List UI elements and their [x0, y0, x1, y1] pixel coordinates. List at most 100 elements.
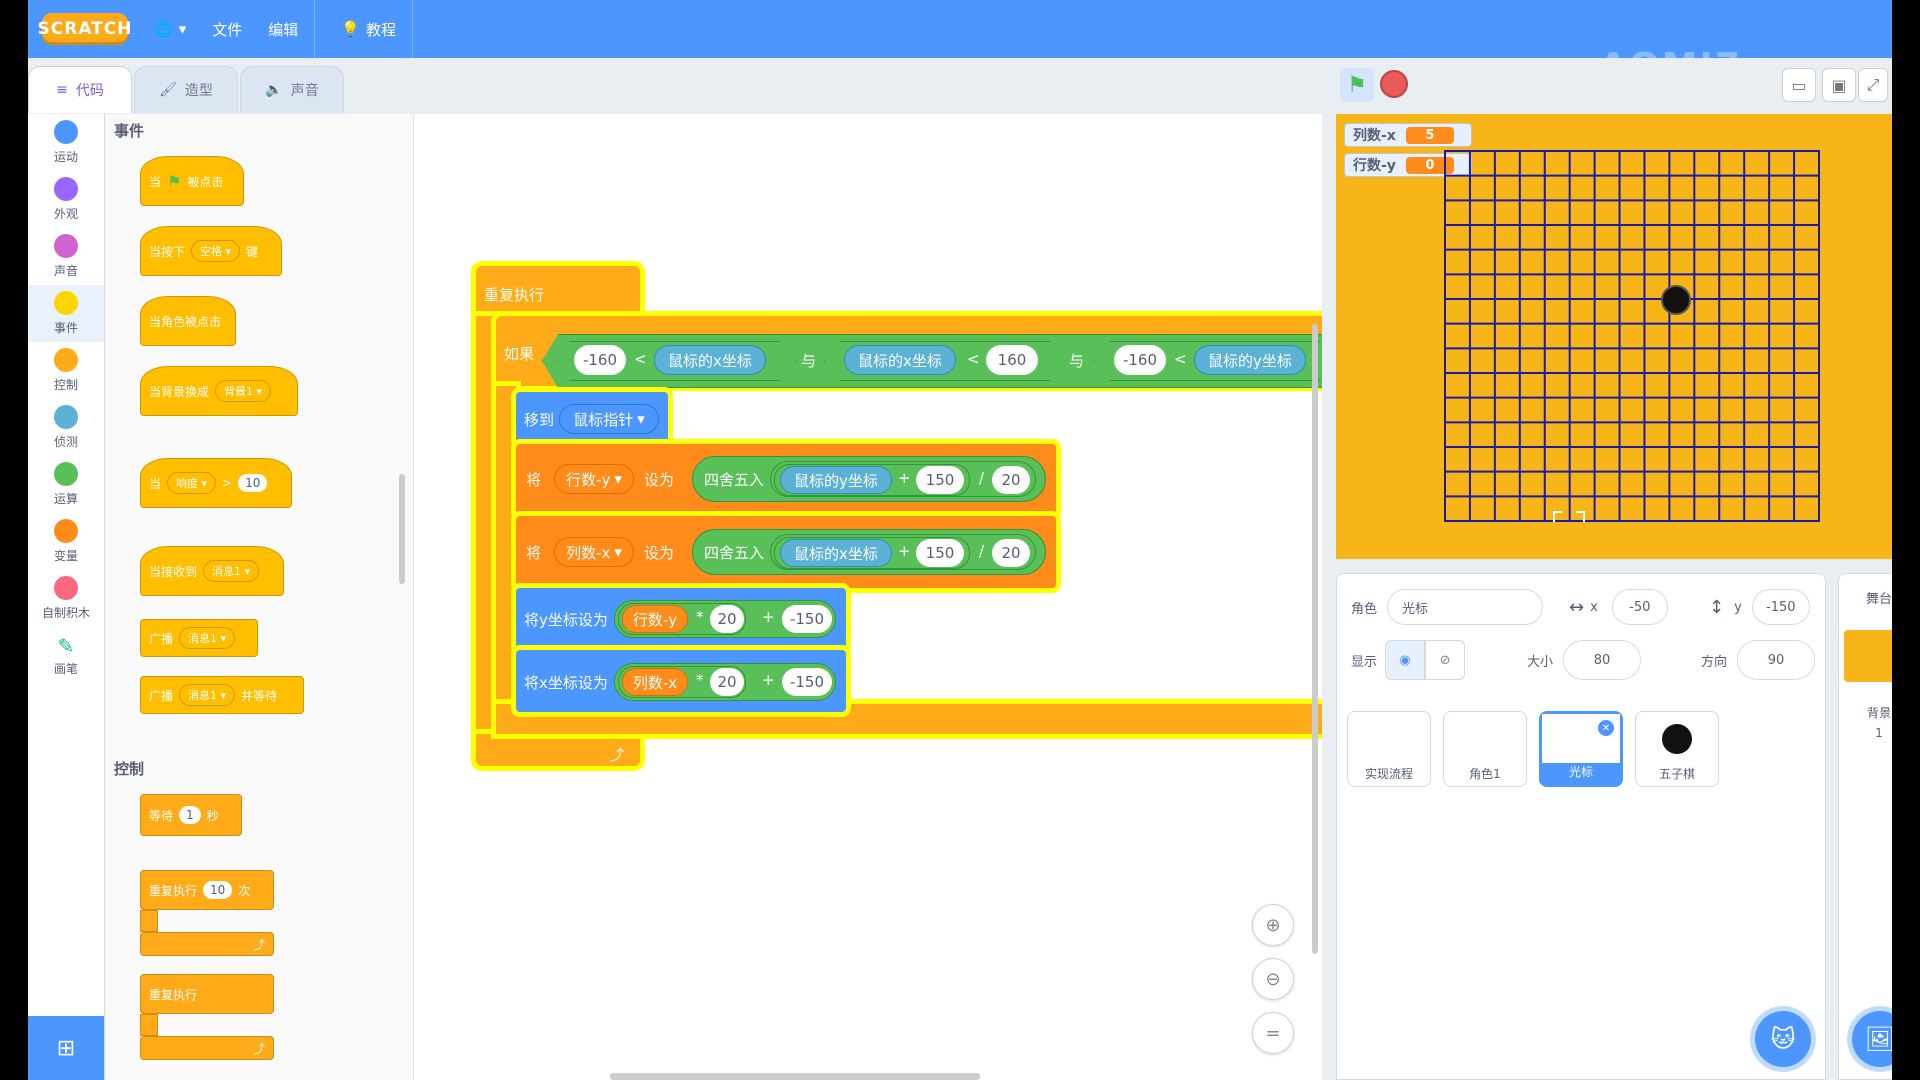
- origin-input[interactable]: -150: [782, 605, 832, 633]
- mouse-x-reporter[interactable]: 鼠标的x坐标: [780, 539, 892, 567]
- mouse-y-reporter[interactable]: 鼠标的y坐标: [1194, 345, 1306, 375]
- zoom-out-button[interactable]: ⊖: [1252, 958, 1294, 1000]
- row-var-dropdown[interactable]: 行数-y: [554, 464, 634, 494]
- workspace-vertical-scrollbar[interactable]: [1312, 324, 1318, 954]
- cell-size-input[interactable]: 20: [710, 668, 744, 696]
- category-sensing[interactable]: 侦测: [28, 399, 104, 456]
- backdrop-dropdown[interactable]: 背景1: [215, 380, 272, 402]
- stage-target-panel[interactable]: 舞台 背景 1 🖼: [1838, 573, 1892, 1080]
- choose-backdrop-button[interactable]: 🖼: [1852, 1011, 1892, 1067]
- category-operators[interactable]: 运算: [28, 456, 104, 513]
- block-text: 并等待: [241, 688, 278, 703]
- sprite-name-input[interactable]: 光标: [1387, 589, 1544, 625]
- palette-when-key-pressed[interactable]: 当按下 空格 键: [140, 226, 282, 276]
- threshold-input[interactable]: 10: [238, 474, 268, 492]
- zoom-reset-button[interactable]: =: [1252, 1012, 1294, 1054]
- message-dropdown[interactable]: 消息1: [203, 560, 260, 582]
- palette-when-sprite-clicked[interactable]: 当角色被点击: [140, 296, 236, 346]
- add-extension-button[interactable]: ⊞: [28, 1016, 104, 1080]
- edit-menu[interactable]: 编辑: [268, 19, 298, 40]
- sprite-size-input[interactable]: 80: [1563, 640, 1642, 680]
- mouse-y-reporter[interactable]: 鼠标的y坐标: [780, 466, 892, 494]
- sprite-card[interactable]: 实现流程: [1347, 711, 1431, 787]
- palette-forever[interactable]: 重复执行: [140, 974, 274, 1014]
- divisor-input[interactable]: 20: [992, 466, 1030, 494]
- message-dropdown[interactable]: 消息1: [179, 684, 236, 706]
- repeat-count-input[interactable]: 10: [203, 881, 233, 899]
- col-var-reporter[interactable]: 列数-x: [622, 668, 688, 696]
- divisor-input[interactable]: 20: [992, 539, 1030, 567]
- wait-seconds-input[interactable]: 1: [179, 806, 201, 824]
- palette-when-greater-than[interactable]: 当 响度 > 10: [140, 458, 292, 508]
- close-icon: ✕: [1601, 722, 1611, 734]
- category-my-blocks[interactable]: 自制积木: [28, 570, 104, 627]
- small-stage-button[interactable]: ▭: [1782, 68, 1816, 102]
- c2-right-input[interactable]: 160: [986, 345, 1038, 375]
- palette-wait[interactable]: 等待 1 秒: [140, 794, 242, 836]
- stop-button[interactable]: [1380, 70, 1408, 98]
- cell-size-input[interactable]: 20: [710, 605, 744, 633]
- goto-target-dropdown[interactable]: 鼠标指针: [559, 404, 659, 434]
- category-sound[interactable]: 声音: [28, 228, 104, 285]
- palette-scrollbar[interactable]: [399, 474, 405, 584]
- set-y-label: 将y坐标设为: [524, 611, 608, 629]
- c1-left-input[interactable]: -160: [574, 345, 626, 375]
- scratch-logo[interactable]: SCRATCH: [38, 13, 131, 45]
- motion-dot-icon: [54, 120, 78, 144]
- stage[interactable]: 列数-x 5 行数-y 0: [1336, 114, 1892, 559]
- my-blocks-dot-icon: [54, 576, 78, 600]
- file-menu[interactable]: 文件: [212, 19, 242, 40]
- block-text: 当接收到: [149, 564, 198, 579]
- times-sign: *: [696, 671, 704, 689]
- large-stage-button[interactable]: ▣: [1822, 68, 1856, 102]
- hide-sprite-button[interactable]: ⊘: [1425, 640, 1466, 680]
- row-var-reporter[interactable]: 行数-y: [622, 605, 688, 633]
- sprite-y-input[interactable]: -150: [1751, 589, 1810, 625]
- mouse-x-reporter[interactable]: 鼠标的x坐标: [844, 345, 956, 375]
- loudness-dropdown[interactable]: 响度: [167, 472, 217, 494]
- backdrop-plus-icon: 🖼: [1864, 1025, 1892, 1053]
- delete-sprite-button[interactable]: ✕: [1596, 718, 1616, 738]
- palette-when-i-receive[interactable]: 当接收到 消息1: [140, 546, 284, 596]
- category-looks[interactable]: 外观: [28, 171, 104, 228]
- language-menu[interactable]: 🌐 ▾: [154, 20, 186, 38]
- offset-input[interactable]: 150: [916, 466, 964, 494]
- zoom-in-button[interactable]: ⊕: [1252, 904, 1294, 946]
- green-flag-button[interactable]: ⚑: [1340, 68, 1374, 102]
- palette-when-backdrop-switches[interactable]: 当背景换成 背景1: [140, 366, 298, 416]
- c3-left-input[interactable]: -160: [1114, 345, 1166, 375]
- offset-input[interactable]: 150: [916, 539, 964, 567]
- category-events[interactable]: 事件: [28, 285, 104, 342]
- sprite-card[interactable]: 五子棋: [1635, 711, 1719, 787]
- sprite-label: 角色: [1351, 601, 1378, 617]
- palette-broadcast-and-wait[interactable]: 广播 消息1 并等待: [140, 676, 304, 714]
- category-control[interactable]: 控制: [28, 342, 104, 399]
- message-dropdown[interactable]: 消息1: [179, 627, 236, 649]
- sprite-direction-input[interactable]: 90: [1737, 640, 1816, 680]
- tab-costumes[interactable]: 🖌 造型: [134, 66, 238, 113]
- workspace-horizontal-scrollbar[interactable]: [610, 1073, 980, 1080]
- sprite-card-selected[interactable]: 光标 ✕: [1539, 711, 1623, 787]
- show-sprite-button[interactable]: ◉: [1385, 640, 1426, 680]
- category-motion[interactable]: 运动: [28, 114, 104, 171]
- tab-code[interactable]: ≡ 代码: [28, 66, 132, 113]
- palette-broadcast[interactable]: 广播 消息1: [140, 619, 258, 657]
- origin-input[interactable]: -150: [782, 668, 832, 696]
- key-dropdown[interactable]: 空格: [191, 240, 241, 262]
- tab-sounds[interactable]: 🔈 声音: [240, 66, 344, 113]
- sprite-x-input[interactable]: -50: [1611, 589, 1668, 625]
- palette-repeat[interactable]: 重复执行 10 次: [140, 870, 274, 910]
- category-variables[interactable]: 变量: [28, 513, 104, 570]
- fullscreen-button[interactable]: ⤢: [1858, 68, 1888, 102]
- direction-label: 方向: [1701, 654, 1728, 670]
- mouse-x-reporter[interactable]: 鼠标的x坐标: [654, 345, 766, 375]
- palette-when-flag-clicked[interactable]: 当 ⚑ 被点击: [140, 156, 244, 206]
- col-var-dropdown[interactable]: 列数-x: [554, 537, 634, 567]
- goto-label: 移到: [524, 411, 555, 429]
- sprite-card[interactable]: 角色1: [1443, 711, 1527, 787]
- choose-sprite-button[interactable]: 🐱: [1755, 1011, 1811, 1067]
- tutorials-menu[interactable]: 💡 教程: [341, 19, 396, 40]
- category-pen[interactable]: ✎ 画笔: [28, 627, 104, 684]
- category-menu: 运动 外观 声音 事件 控制 侦测 运算 变量 自制积木 ✎ 画笔 ⊞: [28, 114, 105, 1080]
- script-workspace[interactable]: 重复执行 ⤴ 如果 与 与 -160 < 鼠标的x坐标 鼠标的x坐标 < 160…: [414, 114, 1322, 1080]
